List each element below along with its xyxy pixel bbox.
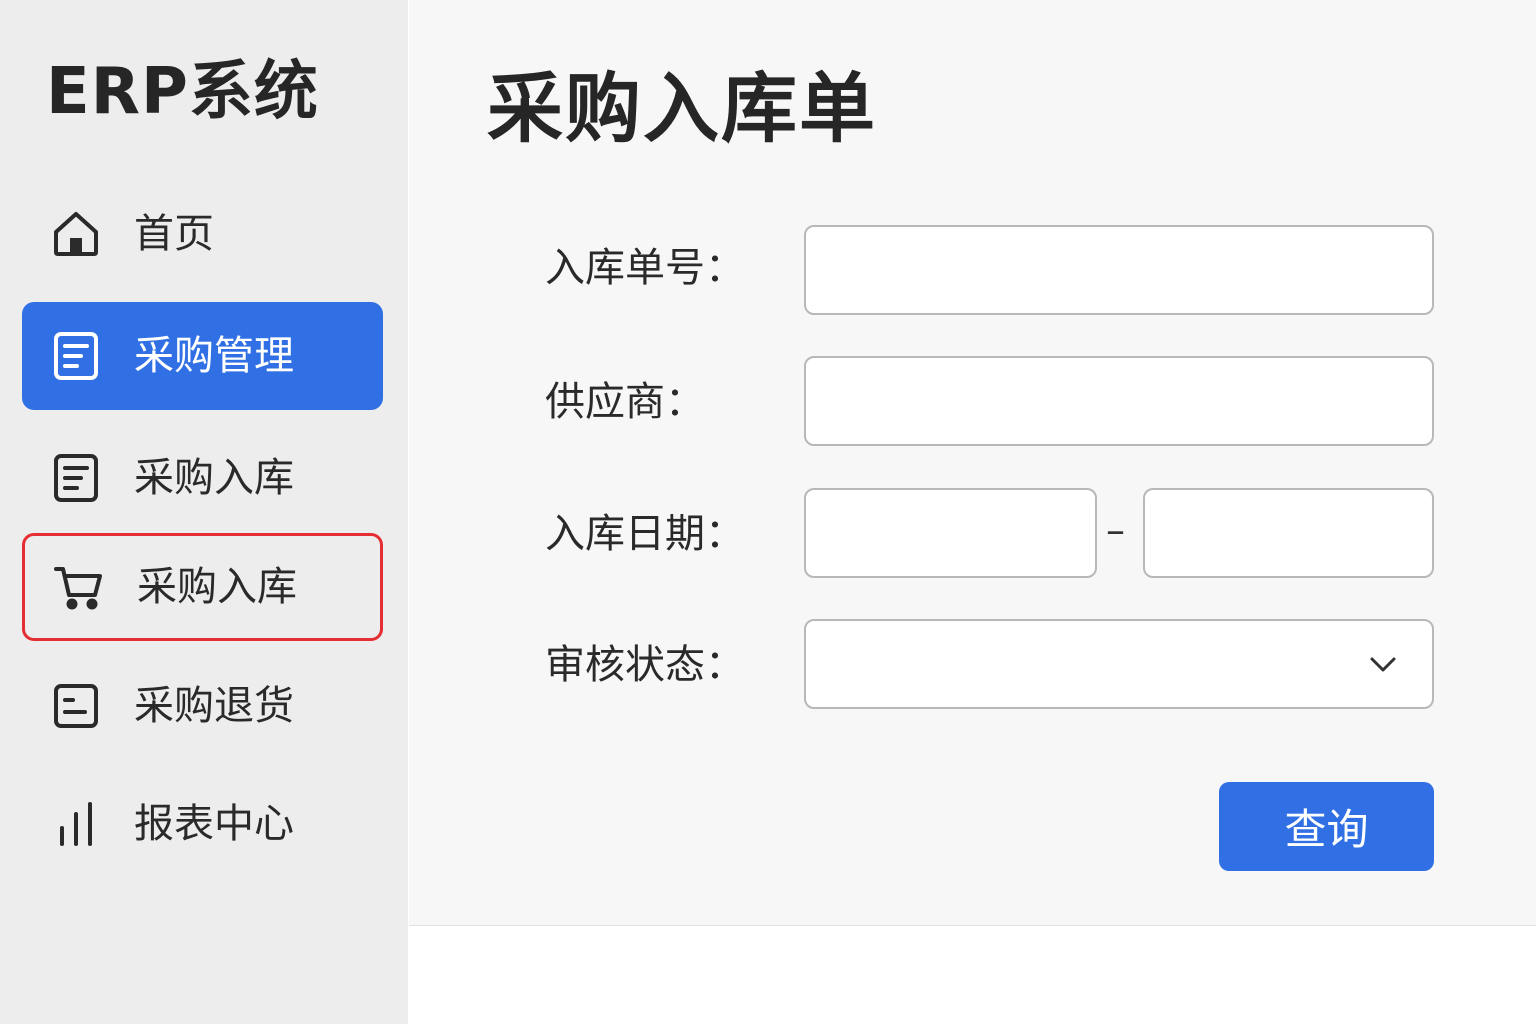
bar-chart-icon [48,796,104,852]
sidebar-item-home[interactable]: 首页 [22,180,383,288]
supplier-input[interactable] [804,356,1434,446]
sidebar-item-label: 采购入库 [137,564,297,610]
shopping-cart-icon [51,559,107,615]
document-icon [48,328,104,384]
page-title: 采购入库单 [487,64,877,153]
sidebar-item-label: 报表中心 [134,801,294,847]
sidebar-item-label: 采购入库 [134,455,294,501]
query-button[interactable]: 查询 [1219,782,1434,871]
sidebar-item-label: 采购退货 [134,683,294,729]
chevron-down-icon [1370,657,1396,672]
sidebar: ERP系统 首页 采购管理 采购入库 采购入库 采购退货 报表中心 [0,0,408,1024]
status-select[interactable] [804,619,1434,709]
sidebar-item-label: 采购管理 [134,333,294,379]
main-panel: 采购入库单 入库单号： 供应商： 入库日期： – 审核状态： 查询 [409,0,1536,926]
document-icon [48,450,104,506]
sidebar-item-purchase-return[interactable]: 采购退货 [22,652,383,760]
supplier-label: 供应商： [545,379,705,425]
status-label: 审核状态： [545,642,745,688]
date-start-input[interactable] [804,488,1097,578]
date-end-input[interactable] [1143,488,1434,578]
order-no-input[interactable] [804,225,1434,315]
return-icon [48,678,104,734]
sidebar-item-purchase-inbound-cart[interactable]: 采购入库 [22,533,383,641]
sidebar-item-purchase-management[interactable]: 采购管理 [22,302,383,410]
sidebar-item-label: 首页 [134,211,214,257]
order-no-label: 入库单号： [545,245,745,291]
app-brand: ERP系统 [46,55,319,129]
date-range-separator: – [1106,508,1125,552]
home-icon [48,206,104,262]
sidebar-item-purchase-inbound[interactable]: 采购入库 [22,424,383,532]
date-label: 入库日期： [545,511,745,557]
sidebar-item-report-center[interactable]: 报表中心 [22,770,383,878]
